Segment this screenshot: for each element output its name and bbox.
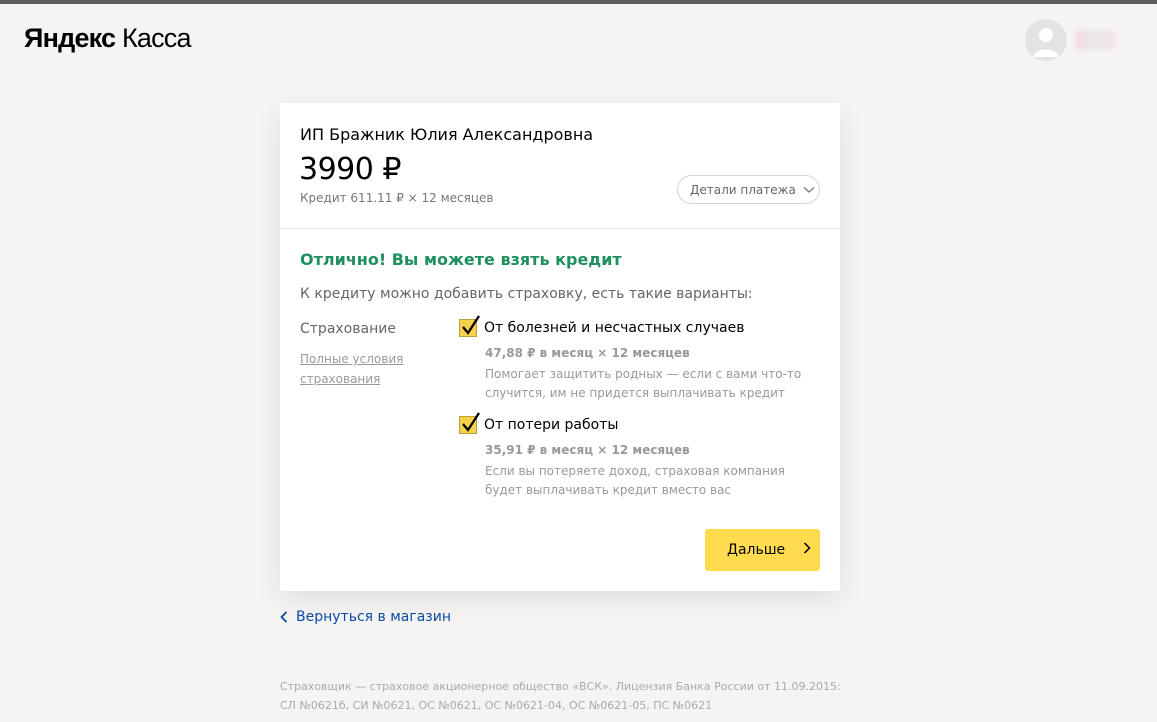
chevron-down-icon <box>803 183 815 197</box>
insurance-footer-note: Страховщик — страховое акционерное общес… <box>280 680 841 712</box>
success-title: Отлично! Вы можете взять кредит <box>300 250 622 269</box>
logo-yandex: Яндекс <box>24 23 116 53</box>
insurance-option-illness: От болезней и несчастных случаев 47,88 ₽… <box>459 315 819 403</box>
option-description: Если вы потеряете доход, страховая компа… <box>485 464 785 497</box>
insurance-option-job-loss: От потери работы 35,91 ₽ в месяц × 12 ме… <box>459 412 819 500</box>
user-menu[interactable] <box>1025 19 1115 61</box>
option-price: 47,88 ₽ в месяц × 12 месяцев <box>485 346 690 360</box>
payment-amount: 3990 ₽ <box>299 152 401 187</box>
divider <box>280 228 840 229</box>
option-price: 35,91 ₽ в месяц × 12 месяцев <box>485 443 690 457</box>
payment-details-label: Детали платежа <box>690 182 796 197</box>
user-avatar-icon[interactable] <box>1025 19 1067 61</box>
payment-card: ИП Бражник Юлия Александровна 3990 ₽ Кре… <box>280 103 840 591</box>
checkmark-icon <box>462 315 480 335</box>
insurance-terms-link[interactable]: Полные условия страхования <box>300 349 420 389</box>
chevron-right-icon <box>803 542 811 558</box>
payment-details-button[interactable]: Детали платежа <box>677 175 820 204</box>
insurance-subtitle: К кредиту можно добавить страховку, есть… <box>300 286 753 302</box>
back-label: Вернуться в магазин <box>296 609 451 625</box>
next-button[interactable]: Дальше <box>705 529 820 571</box>
checkbox-job-loss[interactable] <box>459 412 480 434</box>
checkmark-icon <box>462 412 480 432</box>
top-bar <box>0 0 1157 4</box>
credit-info: Кредит 611.11 ₽ × 12 месяцев <box>300 191 494 205</box>
checkbox-illness[interactable] <box>459 315 480 337</box>
insurance-label: Страхование <box>300 321 396 337</box>
option-title: От болезней и несчастных случаев <box>484 320 745 336</box>
option-description: Помогает защитить родных — если с вами ч… <box>485 367 802 400</box>
yandex-kassa-logo[interactable]: Яндекс Касса <box>24 22 192 54</box>
merchant-name: ИП Бражник Юлия Александровна <box>300 125 594 144</box>
option-title: От потери работы <box>484 417 619 433</box>
username-blurred[interactable] <box>1075 30 1115 50</box>
next-button-label: Дальше <box>727 542 786 558</box>
logo-kassa: Касса <box>121 23 192 53</box>
chevron-left-icon <box>280 611 288 623</box>
back-to-shop-link[interactable]: Вернуться в магазин <box>280 607 451 627</box>
